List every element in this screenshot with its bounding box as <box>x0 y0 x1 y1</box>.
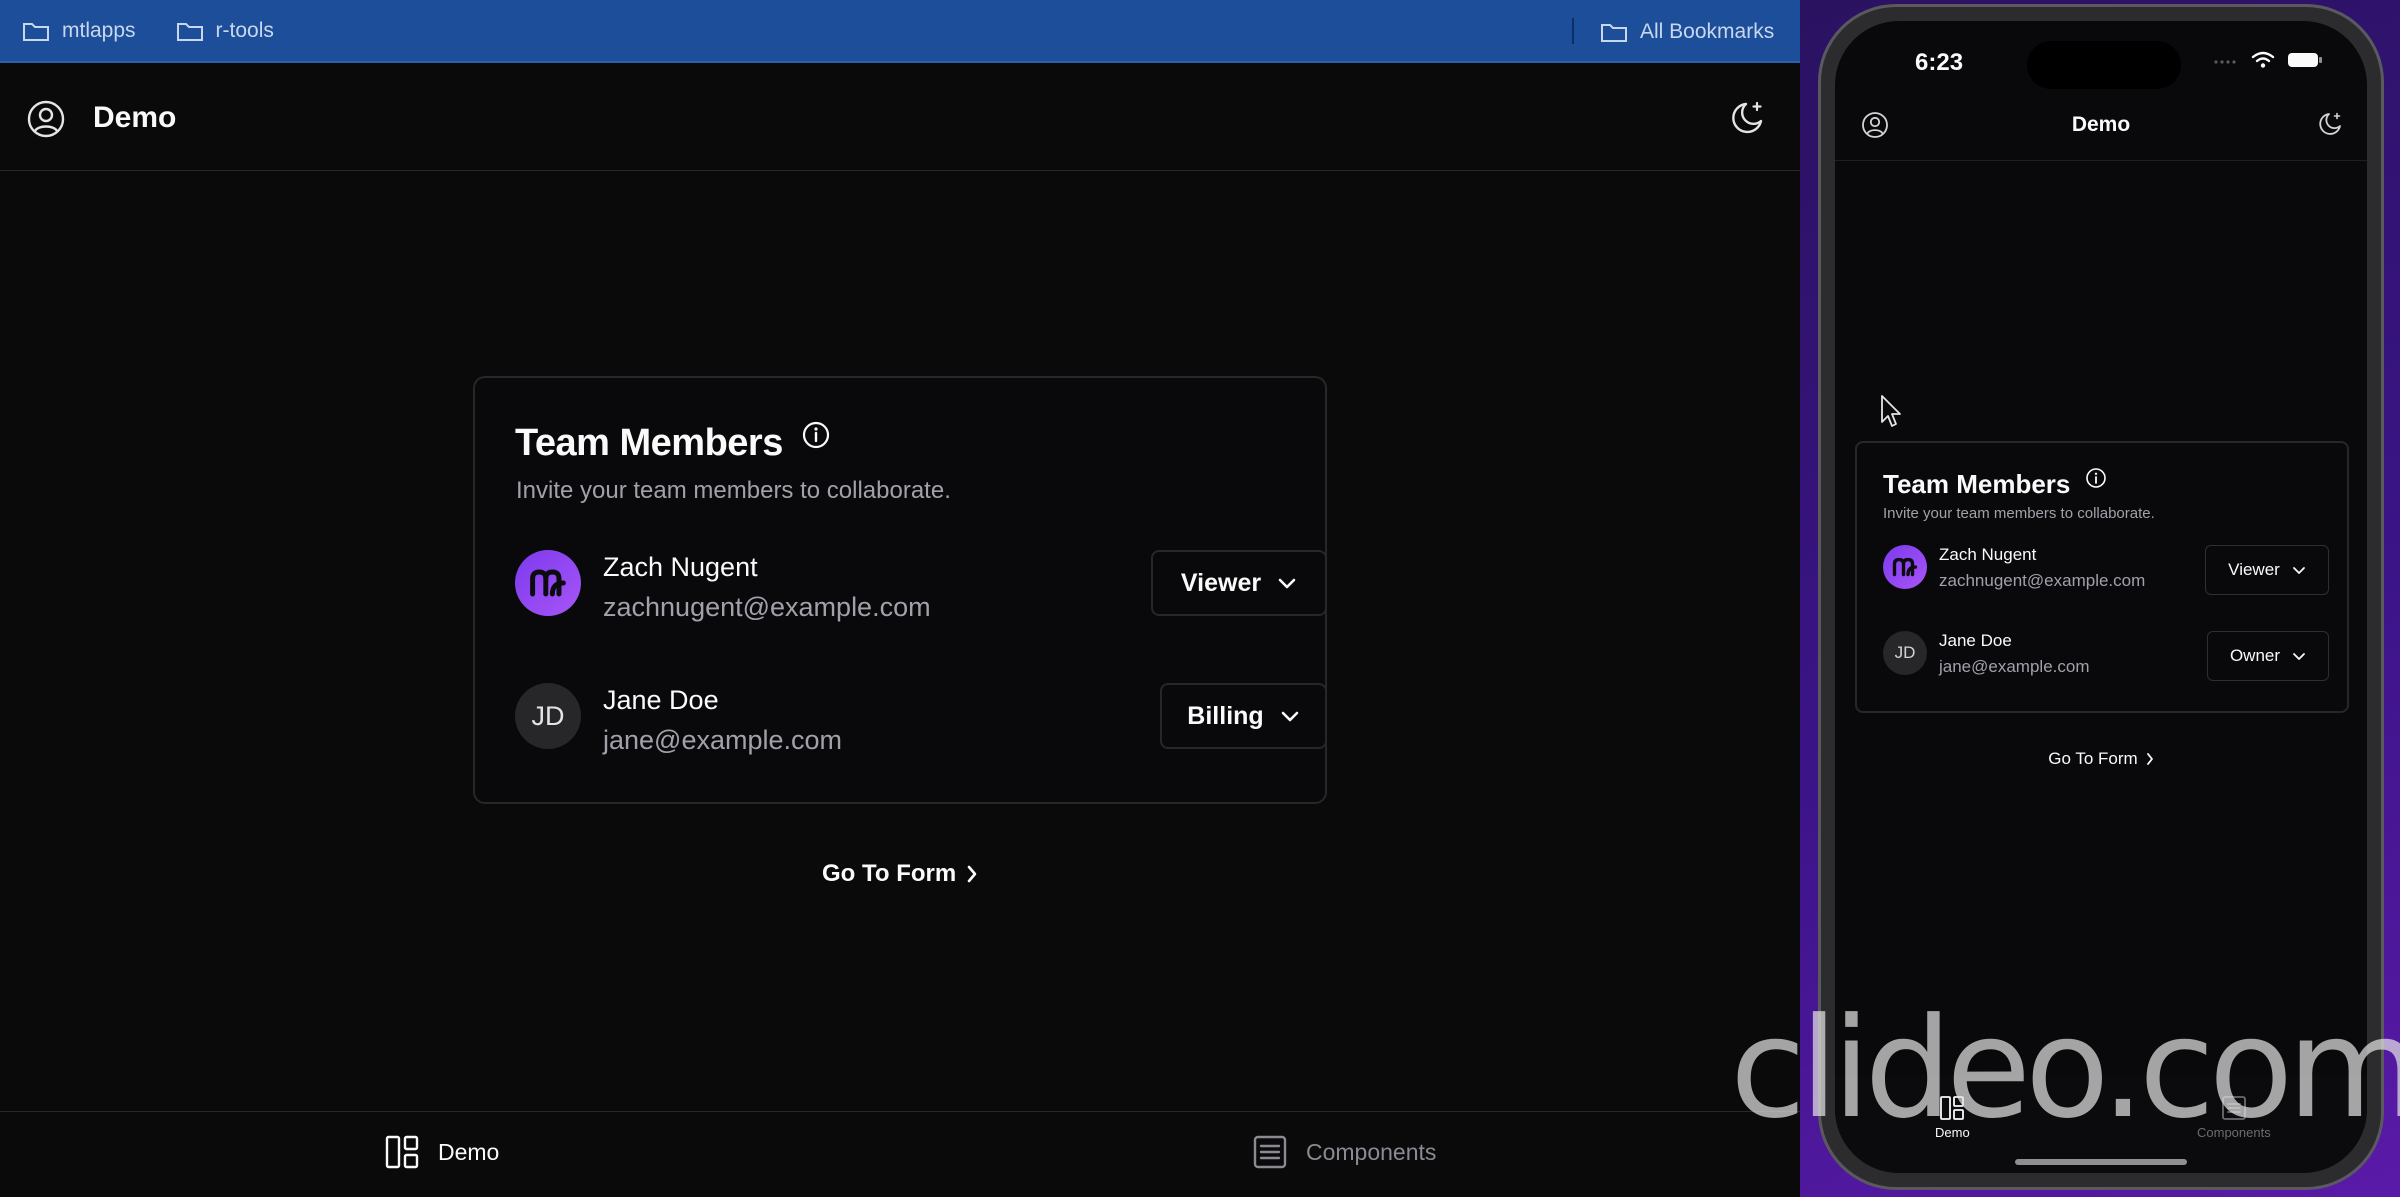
tab-demo[interactable]: Demo <box>384 1134 499 1170</box>
member-row: Zach Nugent zachnugent@example.com Viewe… <box>515 550 1327 622</box>
info-icon[interactable] <box>2085 467 2107 489</box>
bookmark-mtlapps[interactable]: mtlapps <box>22 19 136 43</box>
status-time: 6:23 <box>1915 49 1964 76</box>
role-label: Viewer <box>1180 568 1262 597</box>
member-email: zachnugent@example.com <box>603 592 931 622</box>
home-indicator <box>2015 1159 2187 1165</box>
status-icons <box>2213 51 2323 69</box>
role-label: Owner <box>2229 646 2281 665</box>
dynamic-island <box>2027 41 2181 89</box>
team-members-card: Team Members Invite your team members to… <box>473 376 1327 804</box>
avatar: JD <box>1883 631 1927 675</box>
folder-icon <box>1601 23 1627 42</box>
folder-icon <box>176 22 203 41</box>
avatar <box>1883 545 1927 589</box>
mouse-cursor-icon <box>1881 395 1901 427</box>
phone-header: Demo <box>1835 97 2367 161</box>
bookmark-label: mtlapps <box>62 18 136 42</box>
role-select[interactable]: Owner <box>2207 631 2329 681</box>
brand-logo-icon <box>530 569 566 597</box>
member-name: Jane Doe <box>1939 631 2012 650</box>
bookmark-r-tools[interactable]: r-tools <box>176 19 274 43</box>
page-title: Demo <box>93 101 177 134</box>
bookmark-label: r-tools <box>215 18 274 42</box>
desktop-app: Demo Team Members Invite your team membe… <box>0 63 1800 1197</box>
list-document-icon <box>1253 1135 1287 1169</box>
app-header: Demo <box>0 63 1800 171</box>
go-to-form-label: Go To Form <box>2048 749 2138 768</box>
tab-bar: Demo Components <box>0 1111 1800 1197</box>
go-to-form-label: Go To Form <box>822 860 957 887</box>
member-name: Zach Nugent <box>1939 545 2037 564</box>
member-email: zachnugent@example.com <box>1939 571 2146 590</box>
card-description: Invite your team members to collaborate. <box>516 477 951 504</box>
card-title: Team Members <box>1883 469 2071 499</box>
moon-theme-icon[interactable] <box>1728 99 1766 137</box>
signal-icon <box>2214 60 2236 64</box>
folder-icon <box>23 22 49 41</box>
role-select[interactable]: Billing <box>1160 683 1327 749</box>
chevron-down-icon <box>1281 711 1298 722</box>
all-bookmarks-label: All Bookmarks <box>1640 19 1775 43</box>
member-email: jane@example.com <box>1939 657 2090 676</box>
battery-icon <box>2288 53 2322 67</box>
avatar <box>515 550 581 616</box>
all-bookmarks-button[interactable]: All Bookmarks <box>1600 0 1774 63</box>
chevron-down-icon <box>2292 567 2305 574</box>
info-icon[interactable] <box>801 420 831 450</box>
chevron-down-icon <box>1278 578 1296 589</box>
tab-label: Demo <box>438 1138 500 1165</box>
layout-dashboard-icon <box>385 1135 419 1169</box>
bookmarks-divider <box>1572 18 1574 44</box>
member-email: jane@example.com <box>603 725 843 755</box>
brand-logo-icon <box>1892 557 1918 577</box>
member-row: JD Jane Doe jane@example.com Billing <box>515 683 1327 755</box>
tab-label: Components <box>1306 1138 1437 1165</box>
bookmarks-bar: mtlapps r-tools All Bookmarks <box>0 0 1800 63</box>
watermark: clideo.com <box>1730 988 2400 1149</box>
go-to-form-link[interactable]: Go To Form <box>1835 749 2367 769</box>
chevron-right-icon <box>2146 753 2153 765</box>
role-select[interactable]: Viewer <box>1151 550 1327 616</box>
chevron-down-icon <box>2293 653 2305 660</box>
card-description: Invite your team members to collaborate. <box>1883 505 2155 522</box>
avatar: JD <box>515 683 581 749</box>
role-select[interactable]: Viewer <box>2205 545 2329 595</box>
member-row: JD Jane Doe jane@example.com Owner <box>1883 631 2329 683</box>
go-to-form-link[interactable]: Go To Form <box>822 860 978 888</box>
wifi-icon <box>2251 51 2275 68</box>
phone-page-title: Demo <box>2071 113 2131 136</box>
moon-theme-icon[interactable] <box>2317 111 2343 137</box>
card-title: Team Members <box>515 422 783 464</box>
role-label: Billing <box>1187 701 1264 730</box>
role-label: Viewer <box>2228 560 2280 579</box>
tab-components[interactable]: Components <box>1252 1134 1436 1170</box>
team-members-card: Team Members Invite your team members to… <box>1855 441 2349 713</box>
member-row: Zach Nugent zachnugent@example.com Viewe… <box>1883 545 2329 597</box>
member-name: Jane Doe <box>603 685 719 715</box>
chevron-right-icon <box>967 865 977 883</box>
user-circle-icon[interactable] <box>26 99 66 139</box>
member-name: Zach Nugent <box>603 552 758 582</box>
